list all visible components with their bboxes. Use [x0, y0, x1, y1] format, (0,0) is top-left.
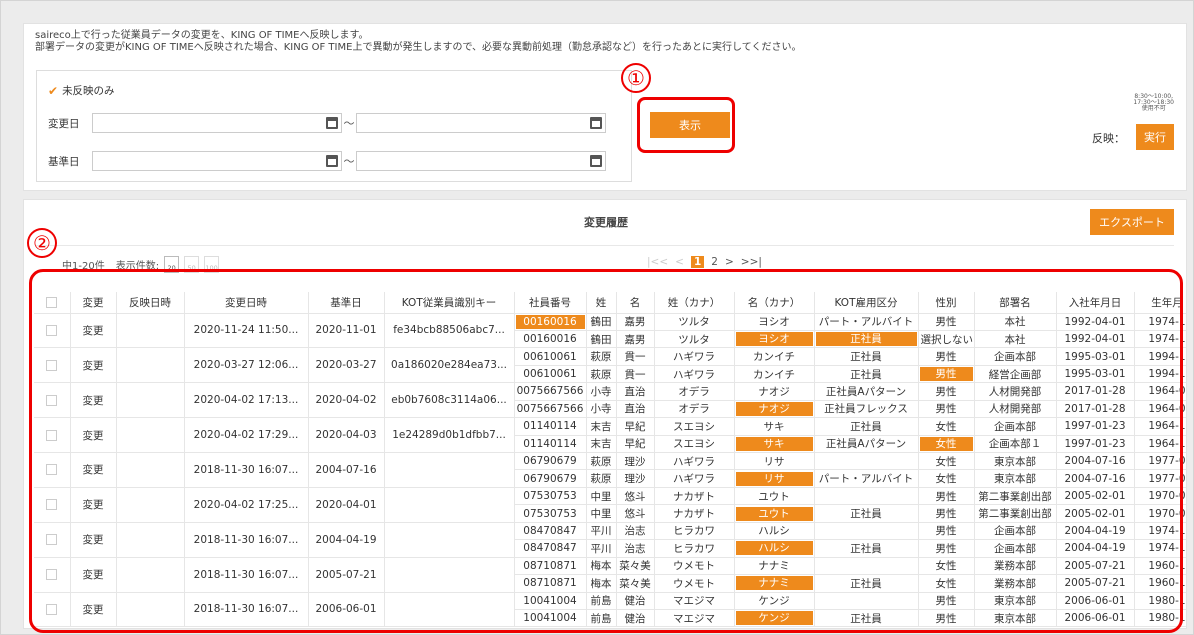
pagination: |<< < 1 2 > >>|	[647, 256, 762, 268]
unreflected-only-checkbox[interactable]: ✔ 未反映のみ	[48, 83, 115, 98]
time-restriction-info: 8:30～10:00, 17:30～18:30 使用不可	[1133, 94, 1174, 112]
unreflected-only-label: 未反映のみ	[62, 85, 115, 97]
current-page[interactable]: 1	[690, 256, 705, 268]
callout-box-1	[637, 97, 735, 153]
callout-box-2	[29, 269, 1183, 633]
export-button[interactable]: エクスポート	[1090, 209, 1174, 235]
range-separator: ～	[343, 155, 355, 168]
history-title: 変更履歴	[584, 216, 628, 229]
calendar-icon[interactable]	[590, 117, 602, 129]
reflect-label: 反映：	[1092, 132, 1125, 145]
change-date-label: 変更日	[48, 117, 80, 130]
divider	[36, 245, 1174, 246]
calendar-icon[interactable]	[590, 155, 602, 167]
prev-page-link[interactable]: <	[675, 256, 684, 268]
change-date-to-input[interactable]	[356, 113, 606, 133]
notice-text: saireco上で行った従業員データの変更を、KING OF TIMEへ反映しま…	[35, 30, 801, 54]
filter-card: saireco上で行った従業員データの変更を、KING OF TIMEへ反映しま…	[23, 23, 1187, 191]
notice-line-1: saireco上で行った従業員データの変更を、KING OF TIMEへ反映しま…	[35, 30, 369, 41]
range-separator: ～	[343, 117, 355, 130]
change-date-from-input[interactable]	[92, 113, 342, 133]
calendar-icon[interactable]	[326, 155, 338, 167]
app-frame: saireco上で行った従業員データの変更を、KING OF TIMEへ反映しま…	[0, 0, 1194, 635]
base-date-row: 基準日 ～	[48, 151, 606, 171]
first-page-link[interactable]: |<<	[647, 256, 668, 268]
base-date-label: 基準日	[48, 155, 80, 168]
filter-box: ✔ 未反映のみ 変更日 ～ 基準日 ～	[36, 70, 632, 182]
checkmark-icon: ✔	[48, 83, 59, 98]
calendar-icon[interactable]	[326, 117, 338, 129]
last-page-link[interactable]: >>|	[741, 256, 762, 268]
time-info-line: 使用不可	[1141, 105, 1166, 112]
next-page-link[interactable]: >	[725, 256, 734, 268]
base-date-from-input[interactable]	[92, 151, 342, 171]
callout-number-1: ①	[621, 63, 651, 93]
change-date-row: 変更日 ～	[48, 113, 606, 133]
base-date-to-input[interactable]	[356, 151, 606, 171]
notice-line-2: 部署データの変更がKING OF TIMEへ反映された場合、KING OF TI…	[35, 42, 802, 53]
page-2-link[interactable]: 2	[711, 256, 718, 268]
execute-button[interactable]: 実行	[1136, 124, 1174, 150]
callout-number-2: ②	[27, 228, 57, 258]
